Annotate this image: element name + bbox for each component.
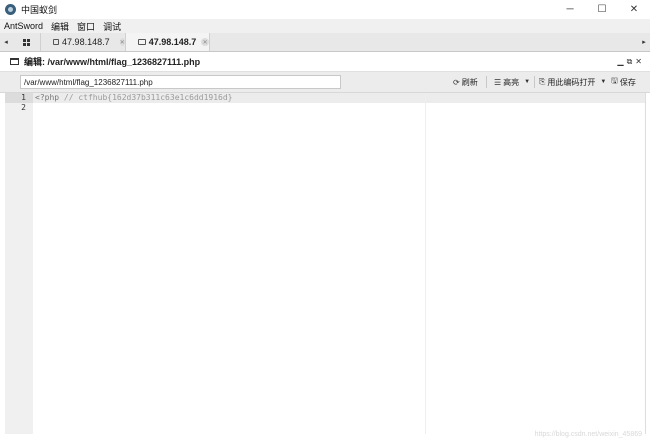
tab-host-1[interactable]: 47.98.148.7 ✕ [41, 33, 126, 51]
menu-bar: AntSword 编辑 窗口 调试 [0, 19, 650, 33]
tab-home-grid[interactable] [14, 33, 41, 51]
flag-comment: // ctfhub{162d37b311c63e1c6dd1916d} [59, 93, 233, 102]
editor-panel-header: 编辑: /var/www/html/flag_1236827111.php ▁ … [0, 52, 650, 72]
code-line-1[interactable]: <?php // ctfhub{162d37b311c63e1c6dd1916d… [35, 93, 232, 102]
close-button[interactable]: ✕ [618, 0, 650, 19]
editor-toolbar: ⟳ 刷新 ☰ 高亮 ▼ ⎘ 用此编码打开 ▼ 🖫 保存 [0, 72, 650, 93]
grid-icon [23, 38, 31, 46]
tab-scroll-left-icon[interactable]: ◂ [0, 33, 12, 51]
print-margin [425, 93, 426, 434]
tab-close-icon[interactable]: ✕ [119, 38, 125, 46]
panel-close-icon[interactable]: ✕ [635, 57, 642, 66]
antsword-logo-icon [5, 4, 16, 15]
minimize-button[interactable]: ─ [554, 0, 586, 19]
window-icon [10, 58, 19, 65]
php-open-tag: <?php [35, 93, 60, 102]
tab-bar: ◂ 47.98.148.7 ✕ 47.98.148.7 ✕ ▸ [0, 33, 650, 52]
save-button[interactable]: 🖫 保存 [611, 72, 636, 92]
maximize-button[interactable]: ☐ [586, 0, 618, 19]
save-label: 保存 [619, 77, 636, 87]
panel-minimize-icon[interactable]: ▁ [617, 57, 623, 66]
encoding-icon: ⎘ [539, 77, 546, 86]
line-number: 1 [21, 93, 26, 102]
line-number: 2 [21, 103, 26, 112]
panel-controls: ▁ ⧉ ✕ [617, 52, 642, 71]
refresh-label: 刷新 [461, 77, 478, 87]
encoding-label: 用此编码打开 [547, 77, 596, 87]
encoding-dropdown[interactable]: ⎘ 用此编码打开 ▼ [539, 72, 606, 92]
menu-edit[interactable]: 编辑 [47, 20, 73, 33]
menu-antsword[interactable]: AntSword [0, 21, 47, 31]
folder-icon [138, 39, 146, 45]
refresh-icon: ⟳ [453, 77, 460, 87]
file-path-input[interactable] [20, 75, 341, 89]
panel-restore-icon[interactable]: ⧉ [627, 57, 633, 67]
chevron-down-icon: ▼ [600, 79, 607, 85]
code-editor[interactable]: 1 2 <?php // ctfhub{162d37b311c63e1c6dd1… [5, 93, 646, 434]
tab-close-icon[interactable]: ✕ [201, 38, 209, 46]
chevron-down-icon: ▼ [524, 79, 531, 85]
folder-icon [53, 39, 60, 45]
menu-window[interactable]: 窗口 [73, 20, 99, 33]
tab-label: 47.98.148.7 [62, 37, 110, 47]
tab-host-2-active[interactable]: 47.98.148.7 ✕ [126, 33, 210, 51]
highlight-dropdown[interactable]: ☰ 高亮 ▼ [494, 72, 530, 92]
window-titlebar: 中国蚁剑 ─ ☐ ✕ [0, 0, 650, 19]
list-icon: ☰ [494, 77, 502, 87]
window-title: 中国蚁剑 [21, 5, 58, 15]
tab-label: 47.98.148.7 [148, 37, 197, 47]
window-controls: ─ ☐ ✕ [554, 0, 650, 19]
watermark-text: https://blog.csdn.net/weixin_45869 [534, 431, 642, 438]
save-icon: 🖫 [611, 76, 618, 85]
toolbar-divider [486, 76, 487, 88]
tab-scroll-right-icon[interactable]: ▸ [638, 33, 650, 51]
line-number-gutter [5, 93, 33, 434]
menu-debug[interactable]: 调试 [99, 20, 125, 33]
toolbar-divider [534, 76, 535, 88]
refresh-button[interactable]: ⟳ 刷新 [453, 72, 478, 92]
panel-title: 编辑: /var/www/html/flag_1236827111.php [24, 57, 201, 67]
highlight-label: 高亮 [503, 77, 520, 87]
